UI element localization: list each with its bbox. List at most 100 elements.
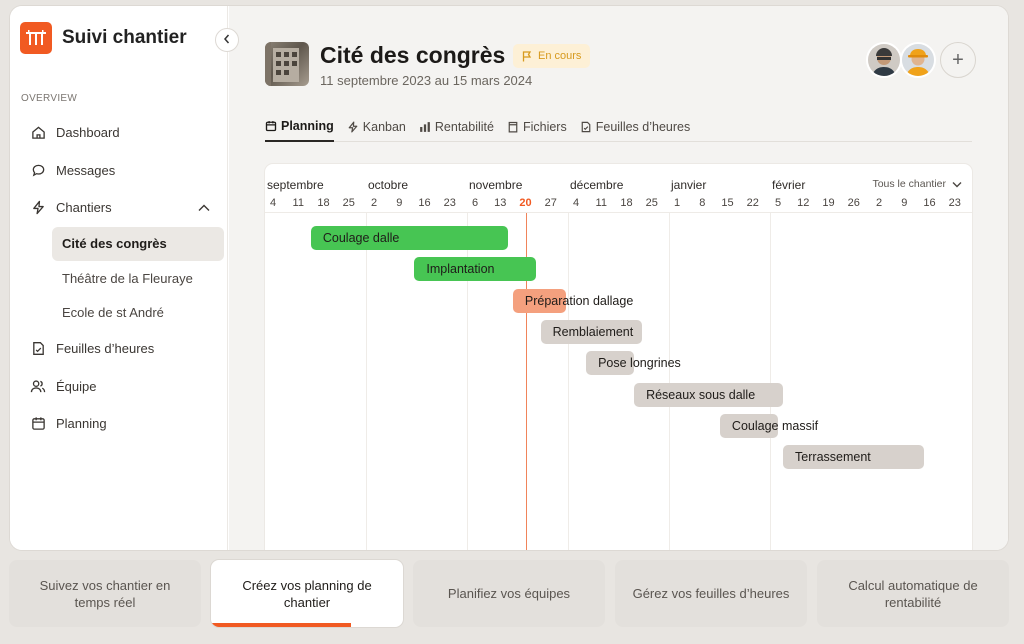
gantt-week-tick: 4 (572, 197, 580, 209)
gantt-week-tick: 16 (923, 197, 936, 209)
gantt-week-tick: 4 (269, 197, 277, 209)
gantt-month-gridline (669, 213, 670, 550)
status-badge: En cours (513, 44, 591, 68)
feature-tab-planning[interactable]: Créez vos planning de chantier (211, 560, 403, 627)
tab-rentabilite[interactable]: Rentabilité (419, 112, 494, 142)
feature-tab-progress-bar (211, 623, 352, 627)
gantt-week-tick: 13 (494, 197, 507, 209)
chevron-left-icon (223, 31, 231, 49)
timesheet-icon (580, 121, 592, 133)
tab-label: Feuilles d’heures (595, 120, 691, 134)
sidebar-item-dashboard[interactable]: Dashboard (20, 114, 218, 152)
gantt-week-tick: 25 (342, 197, 355, 209)
tab-label: Rentabilité (434, 120, 494, 134)
calendar-icon (30, 416, 46, 432)
team-avatars: + (866, 42, 976, 78)
sidebar-item-messages[interactable]: Messages (20, 152, 218, 190)
feature-tab-feuilles[interactable]: Gérez vos feuilles d’heures (615, 560, 807, 627)
gantt-month-label: octobre (368, 178, 409, 192)
tab-feuilles-heures[interactable]: Feuilles d’heures (580, 112, 691, 142)
section-label: OVERVIEW (21, 93, 78, 104)
sidebar-project-cite-des-congres[interactable]: Cité des congrès (52, 226, 224, 261)
gantt-filter-dropdown[interactable]: Tous le chantier (872, 178, 962, 190)
sidebar-item-label: Feuilles d’heures (56, 341, 155, 357)
gantt-task-label: Remblaiement (552, 324, 634, 339)
feature-tab-suivi[interactable]: Suivez vos chantier en temps réel (9, 560, 201, 627)
gantt-task-label: Implantation (426, 262, 495, 277)
team-icon (30, 378, 46, 394)
bolt-icon (347, 121, 359, 133)
gantt-task-label: Coulage dalle (322, 231, 400, 245)
flag-icon (522, 50, 532, 62)
gantt-week-tick: 25 (645, 197, 658, 209)
sidebar-project-ecole-st-andre[interactable]: Ecole de st André (52, 296, 224, 331)
tab-kanban[interactable]: Kanban (347, 112, 406, 142)
gantt-week-tick: 9 (396, 197, 403, 209)
gantt-week-tick: 23 (443, 197, 456, 209)
project-dates: 11 septembre 2023 au 15 mars 2024 (320, 73, 533, 88)
tab-fichiers[interactable]: Fichiers (507, 112, 567, 142)
gantt-month-gridline (366, 213, 367, 550)
gantt-week-tick: 2 (875, 197, 883, 209)
gantt-week-tick: 18 (620, 197, 633, 209)
tab-label: Kanban (362, 120, 406, 134)
gantt-header-divider (265, 212, 972, 213)
gantt-week-tick: 12 (797, 197, 810, 209)
gantt-week-tick: 15 (721, 197, 734, 209)
gantt-month-label: septembre (267, 178, 324, 192)
feature-tab-label: Créez vos planning de chantier (242, 577, 372, 610)
app-window: Suivi chantier OVERVIEW Dashboard Messag… (10, 6, 1008, 550)
gantt-month-label: janvier (671, 178, 707, 192)
calendar-icon (265, 120, 277, 132)
gantt-week-tick: 6 (471, 197, 479, 209)
feature-tab-label: Planifiez vos équipes (447, 586, 571, 601)
feature-tab-label: Gérez vos feuilles d’heures (632, 586, 790, 601)
project-tabs: Planning Kanban Rentabilité Fichiers Feu… (265, 112, 972, 142)
gantt-week-tick: 27 (544, 197, 557, 209)
gantt-month-label: novembre (469, 178, 523, 192)
chevron-down-icon (952, 181, 962, 188)
sidebar-nav: Dashboard Messages Chantiers Cité des co… (20, 114, 224, 443)
gantt-month-label: décembre (570, 178, 624, 192)
timesheet-icon (30, 341, 46, 357)
gantt-week-tick: 26 (847, 197, 860, 209)
feature-tab-label: Suivez vos chantier en temps réel (39, 577, 171, 610)
gantt-week-tick: 22 (746, 197, 759, 209)
gantt-week-tick: 2 (370, 197, 378, 209)
avatar[interactable] (900, 42, 936, 78)
tab-label: Fichiers (522, 120, 567, 134)
bar-chart-icon (419, 121, 431, 133)
gantt-task-label: Préparation dallage (524, 293, 634, 308)
sidebar-item-chantiers[interactable]: Chantiers (20, 189, 218, 227)
feature-tab-label: Calcul automatique de rentabilité (848, 577, 978, 610)
gantt-task-label: Terrassement (795, 450, 871, 465)
tab-planning[interactable]: Planning (265, 112, 334, 142)
filter-label: Tous le chantier (872, 178, 946, 190)
sidebar-item-feuilles-heures[interactable]: Feuilles d’heures (20, 330, 218, 368)
brand[interactable]: Suivi chantier (20, 22, 187, 54)
collapse-sidebar-button[interactable] (215, 28, 239, 52)
gantt-week-tick: 9 (901, 197, 908, 209)
sidebar-item-label: Chantiers (56, 200, 112, 216)
feature-tab-equipes[interactable]: Planifiez vos équipes (413, 560, 605, 627)
home-icon (30, 125, 46, 141)
gantt-week-tick: 11 (292, 197, 304, 209)
sidebar-project-theatre-fleuraye[interactable]: Théâtre de la Fleuraye (52, 261, 224, 296)
sidebar-item-label: Équipe (56, 378, 97, 394)
sidebar-item-planning[interactable]: Planning (20, 405, 218, 443)
chat-icon (30, 162, 46, 178)
gantt-today-tick: 20 (519, 197, 532, 209)
brand-logo-icon (20, 22, 52, 54)
brand-name: Suivi chantier (62, 27, 187, 48)
feature-tab-rentabilite[interactable]: Calcul automatique de rentabilité (817, 560, 1009, 627)
project-thumbnail (265, 42, 309, 86)
chevron-up-icon[interactable] (198, 200, 210, 215)
avatar[interactable] (866, 42, 902, 78)
gantt-task-label: Coulage massif (731, 418, 819, 433)
tab-label: Planning (281, 119, 334, 133)
sidebar-item-label: Messages (56, 162, 116, 178)
sidebar-item-equipe[interactable]: Équipe (20, 368, 218, 406)
bolt-icon (30, 200, 46, 216)
add-member-button[interactable]: + (940, 42, 976, 78)
main-content: Cité des congrès En cours 11 septembre 2… (229, 6, 1008, 550)
